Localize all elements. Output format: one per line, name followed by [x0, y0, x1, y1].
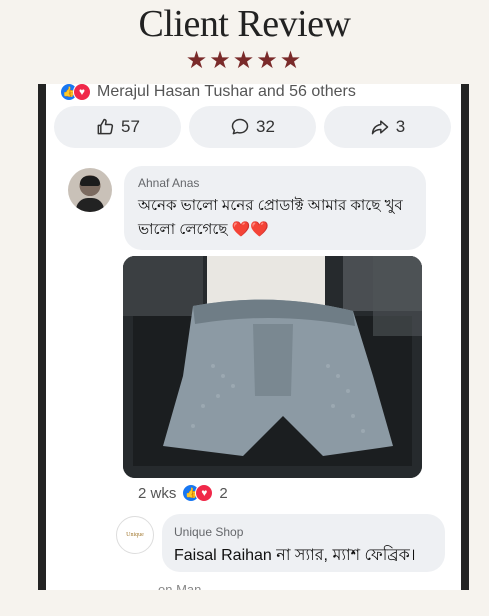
rating-stars: ★★★★★ — [185, 47, 304, 74]
comment-button[interactable]: 32 — [189, 106, 316, 148]
hearts-emoji: ❤️❤️ — [231, 221, 270, 238]
screenshot-frame: 👍 ♥ Merajul Hasan Tushar and 56 others 5… — [38, 84, 469, 590]
page-title: Client Review — [138, 3, 351, 45]
comment-icon — [231, 118, 249, 135]
reacted-by-text: Merajul Hasan Tushar and 56 others — [97, 84, 356, 100]
like-count: 57 — [121, 117, 140, 136]
comment-text: অনেক ভালো মনের প্রোডাক্ট আমার কাছে খুব ভ… — [138, 197, 403, 238]
comment-reaction-count: 2 — [219, 484, 228, 502]
reply-bubble: Unique Shop Faisal Raihan না স্যার, ম্যা… — [162, 514, 445, 572]
shop-logo-avatar[interactable]: Unique — [116, 516, 154, 554]
commenter-avatar[interactable] — [68, 168, 112, 212]
thumbs-up-icon — [97, 118, 114, 135]
like-button[interactable]: 57 — [54, 106, 181, 148]
commenter-name[interactable]: Ahnaf Anas — [138, 176, 199, 190]
share-button[interactable]: 3 — [324, 106, 451, 148]
share-icon — [371, 120, 389, 135]
comment-bubble: Ahnaf Anas অনেক ভালো মনের প্রোডাক্ট আমার… — [124, 166, 426, 250]
love-reaction-icon: ♥ — [195, 484, 214, 502]
reply-text: Faisal Raihan না স্যার, ম্যাশ ফেব্রিক। — [174, 547, 416, 564]
product-photo-illustration — [123, 256, 422, 478]
reply-author[interactable]: Unique Shop — [174, 525, 243, 539]
comment-time[interactable]: 2 wks — [138, 485, 176, 502]
comment-meta: 2 wks 👍 ♥ 2 — [138, 484, 228, 502]
reaction-summary[interactable]: 👍 ♥ Merajul Hasan Tushar and 56 others — [60, 84, 356, 101]
post-action-bar: 57 32 3 — [54, 106, 451, 148]
comment-count: 32 — [256, 117, 275, 136]
share-count: 3 — [395, 117, 406, 136]
love-reaction-icon: ♥ — [73, 84, 91, 101]
comment-photo[interactable] — [123, 256, 422, 478]
reply-time: on Man — [158, 582, 202, 590]
facebook-post-screen: 👍 ♥ Merajul Hasan Tushar and 56 others 5… — [46, 84, 461, 590]
